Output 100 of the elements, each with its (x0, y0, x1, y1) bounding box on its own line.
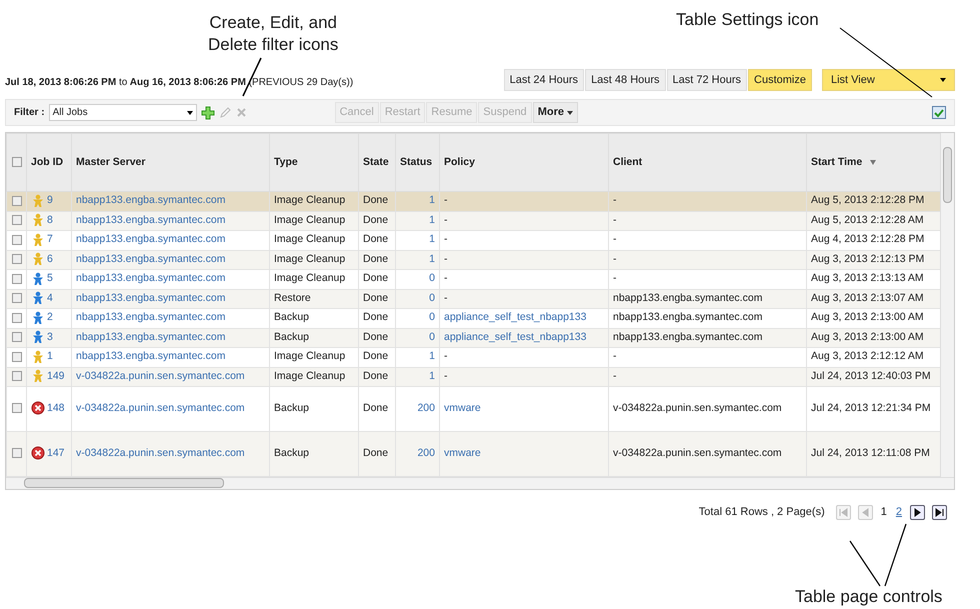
table-cell: Aug 3, 2013 2:12:13 PM (811, 252, 924, 265)
table-link[interactable]: 2 (47, 311, 53, 324)
table-link[interactable]: 5 (47, 272, 53, 284)
table-link[interactable]: 148 (47, 402, 65, 414)
table-link[interactable]: 6 (47, 252, 53, 265)
table-row[interactable]: 147 v-034822a.punin.sen.symantec.com Backup Done 200 vmware v-034822a.punin.sen.symantec.com Jul 24, 2013 12:11:08 PM (6, 432, 941, 476)
pencil-icon[interactable] (218, 106, 232, 119)
table-link[interactable]: 9 (47, 194, 53, 206)
table-link[interactable]: 0 (429, 292, 435, 304)
date-range-end: Aug 16, 2013 8:06:26 PM (130, 76, 246, 88)
table-cell: v-034822a.punin.sen.symantec.com (613, 402, 782, 414)
checkbox[interactable] (12, 371, 22, 382)
table-cell: - (613, 272, 616, 284)
table-link[interactable]: 3 (47, 330, 53, 343)
table-cell: nbapp133.engba.symantec.com (613, 292, 762, 304)
sort-icon[interactable] (870, 160, 876, 165)
table-link[interactable]: 200 (417, 402, 435, 414)
column-header[interactable]: Start Time (811, 154, 876, 170)
page-link[interactable]: 2 (894, 504, 903, 520)
page-link[interactable]: 1 (880, 504, 888, 520)
table-link[interactable]: 0 (429, 330, 435, 343)
table-row[interactable]: 149 v-034822a.punin.sen.symantec.com Image Cleanup Done 1 - - Jul 24, 2013 12:40:03 PM (6, 367, 941, 386)
column-header[interactable]: Job ID (31, 154, 64, 170)
person-icon (31, 330, 45, 344)
table-link[interactable]: 1 (429, 370, 435, 382)
view-dropdown[interactable]: List View (822, 69, 955, 91)
checkbox[interactable] (12, 352, 22, 362)
table-cell: Done (363, 194, 388, 206)
checkbox[interactable] (12, 312, 22, 323)
table-link[interactable]: 1 (47, 350, 53, 362)
table-link[interactable]: vmware (444, 402, 481, 414)
table-cell: Done (363, 252, 388, 265)
table-row[interactable]: 5 nbapp133.engba.symantec.com Image Cleanup Done 0 - - Aug 3, 2013 2:13:13 AM (6, 270, 941, 289)
table-row[interactable]: 148 v-034822a.punin.sen.symantec.com Backup Done 200 vmware v-034822a.punin.sen.symantec.com Jul 24, 2013 12:21:34 PM (6, 386, 941, 432)
table-cell: nbapp133.engba.symantec.com (613, 330, 762, 343)
table-row[interactable]: 9 nbapp133.engba.symantec.com Image Cleanup Done 1 - - Aug 5, 2013 2:12:28 PM (6, 192, 941, 211)
checkbox[interactable] (12, 332, 22, 342)
table-cell: nbapp133.engba.symantec.com (613, 311, 762, 324)
checkbox[interactable] (12, 234, 22, 245)
person-icon (31, 310, 45, 325)
filter-dropdown[interactable]: All Jobs (48, 104, 197, 121)
table-row[interactable]: 7 nbapp133.engba.symantec.com Image Cleanup Done 1 - - Aug 4, 2013 2:12:28 PM (6, 230, 941, 250)
table-link[interactable]: 1 (429, 350, 435, 362)
table-cell: - (444, 194, 448, 206)
table-row[interactable]: 4 nbapp133.engba.symantec.com Restore Done 0 - nbapp133.engba.symantec.com Aug 3, 2013 2:13:07 AM (6, 289, 941, 308)
horizontal-scrollbar[interactable] (6, 477, 954, 489)
column-header[interactable]: Type (274, 154, 298, 170)
checkbox[interactable] (12, 403, 22, 414)
triangle-right-icon (912, 506, 923, 518)
checkbox[interactable] (12, 156, 22, 167)
table-link[interactable]: 0 (429, 272, 435, 284)
table-link[interactable]: 200 (417, 447, 435, 460)
table-row[interactable]: 3 nbapp133.engba.symantec.com Backup Done 0 appliance_self_test_nbapp133 nbapp133.engba.symantec.com Aug 3, 2013 2:13:00 AM (6, 328, 941, 348)
vertical-scrollbar[interactable] (940, 133, 954, 478)
table-cell: - (444, 272, 448, 284)
table-settings-icon[interactable] (932, 106, 946, 119)
next-page-button[interactable] (910, 504, 925, 520)
table-link[interactable]: 147 (47, 447, 65, 460)
table-link[interactable]: vmware (444, 447, 481, 460)
checkbox[interactable] (12, 274, 22, 284)
table-cell: Aug 4, 2013 2:12:28 PM (811, 233, 924, 246)
column-header[interactable]: Policy (444, 154, 475, 170)
table-cell: Restore (274, 292, 311, 304)
table-link[interactable]: 0 (429, 311, 435, 324)
checkbox[interactable] (12, 448, 22, 458)
table-link[interactable]: 7 (47, 233, 53, 246)
time-range-tab[interactable]: Customize (748, 69, 812, 91)
table-cell: Image Cleanup (274, 194, 346, 206)
checkbox[interactable] (12, 196, 22, 206)
column-header[interactable]: State (363, 154, 389, 170)
column-header[interactable]: Client (613, 154, 642, 170)
column-header[interactable]: Master Server (76, 154, 146, 170)
table-row[interactable]: 2 nbapp133.engba.symantec.com Backup Done 0 appliance_self_test_nbapp133 nbapp133.engba.symantec.com Aug 3, 2013 2:13:00 AM (6, 308, 941, 328)
checkbox[interactable] (12, 254, 22, 264)
delete-icon[interactable] (236, 107, 247, 118)
callout-text: Create, Edit, and Delete filter icons (208, 12, 338, 56)
add-icon[interactable] (200, 106, 215, 120)
action-button[interactable]: More (532, 102, 578, 123)
table-row[interactable]: 8 nbapp133.engba.symantec.com Image Cleanup Done 1 - - Aug 5, 2013 2:12:28 AM (6, 211, 941, 230)
leader-line (850, 540, 880, 586)
last-page-button[interactable] (932, 504, 947, 520)
table-link[interactable]: 8 (47, 214, 53, 226)
table-row[interactable]: 1 nbapp133.engba.symantec.com Image Cleanup Done 1 - - Aug 3, 2013 2:12:12 AM (6, 348, 941, 367)
table-cell: Image Cleanup (274, 350, 346, 362)
time-range-tab[interactable]: Last 72 Hours (666, 69, 748, 91)
table-row[interactable]: 6 nbapp133.engba.symantec.com Image Cleanup Done 1 - - Aug 3, 2013 2:12:13 PM (6, 250, 941, 270)
checkbox[interactable] (12, 215, 22, 226)
table-cell: Done (363, 214, 388, 226)
table-cell: Image Cleanup (274, 370, 346, 382)
table-link[interactable]: 4 (47, 292, 53, 304)
table-link[interactable]: 1 (429, 252, 435, 265)
table-link[interactable]: 1 (429, 214, 435, 226)
time-range-tab[interactable]: Last 24 Hours (504, 69, 584, 91)
table-link[interactable]: 1 (429, 194, 435, 206)
table-cell: - (613, 252, 616, 265)
person-icon (31, 252, 45, 266)
table-cell: Jul 24, 2013 12:21:34 PM (811, 402, 931, 414)
time-range-tab[interactable]: Last 48 Hours (585, 69, 666, 91)
checkbox[interactable] (12, 293, 22, 304)
table-link[interactable]: 1 (429, 233, 435, 246)
